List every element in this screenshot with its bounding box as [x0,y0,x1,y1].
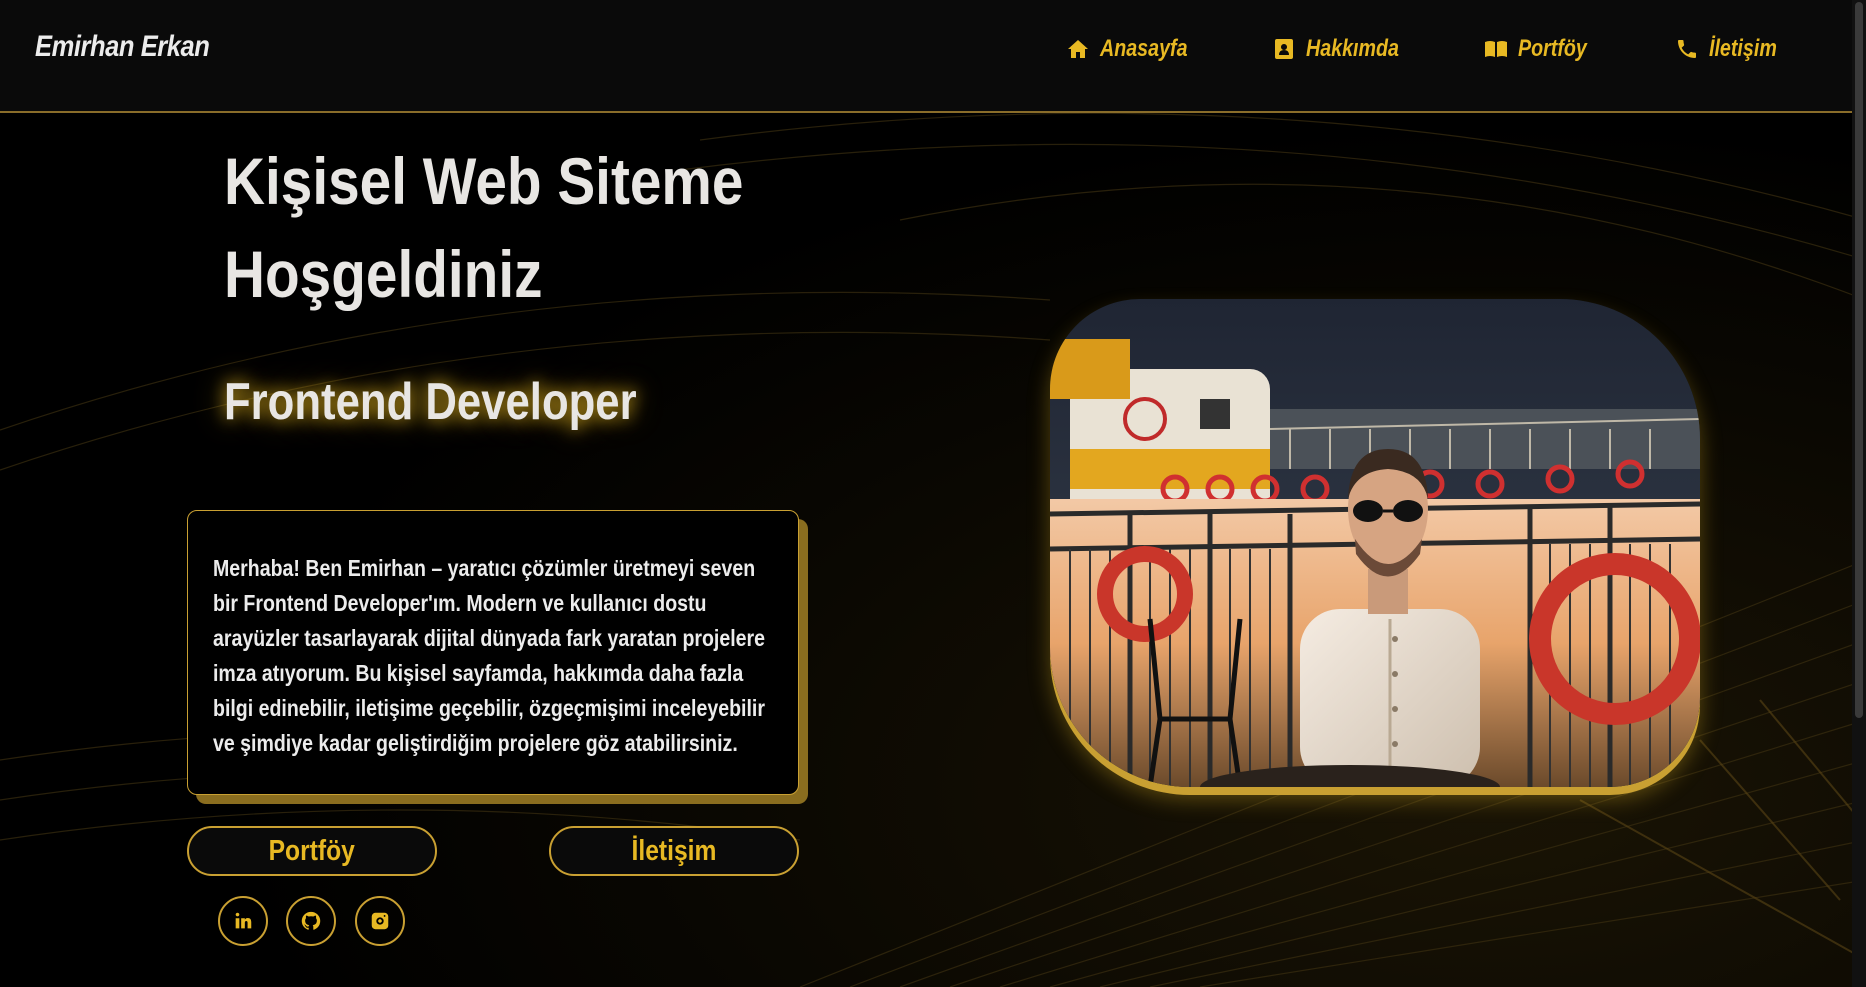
hero-title: Kişisel Web Siteme Hoşgeldiniz [224,135,757,321]
nav-portfolio-label: Portföy [1518,35,1587,62]
bio-text: Merhaba! Ben Emirhan – yaratıcı çözümler… [213,555,766,756]
page: Emirhan Erkan Anasayfa Hakkımda Portföy … [0,0,1866,987]
nav-home[interactable]: Anasayfa [1066,35,1207,63]
linkedin-icon [235,912,252,929]
profile-photo [1050,299,1700,787]
phone-icon [1678,40,1696,58]
nav-contact-label: İletişim [1709,35,1777,62]
nav-about-label: Hakkımda [1306,35,1399,62]
hero-title-line1: Kişisel Web Siteme [224,144,744,218]
header: Emirhan Erkan Anasayfa Hakkımda Portföy … [0,0,1852,113]
linkedin-link[interactable] [218,896,268,946]
nav-portfolio[interactable]: Portföy [1484,35,1602,63]
scrollbar-thumb[interactable] [1855,2,1863,718]
nav-home-label: Anasayfa [1100,35,1188,62]
github-icon [301,911,321,930]
profile-photo-illustration [1050,299,1700,787]
portfolio-button[interactable]: Portföy [187,826,437,876]
scrollbar[interactable] [1852,0,1866,987]
bio-card: Merhaba! Ben Emirhan – yaratıcı çözümler… [187,510,799,795]
contact-card-icon [1275,39,1293,59]
home-icon [1068,40,1088,58]
contact-button[interactable]: İletişim [549,826,799,876]
contact-button-label: İletişim [631,834,717,867]
instagram-icon [371,912,389,930]
github-link[interactable] [286,896,336,946]
book-open-icon [1485,41,1507,57]
instagram-link[interactable] [355,896,405,946]
nav-about[interactable]: Hakkımda [1272,35,1419,63]
hero-title-line2: Hoşgeldiniz [224,237,543,311]
hero-subtitle: Frontend Developer [224,373,637,431]
nav-contact[interactable]: İletişim [1675,35,1792,63]
portfolio-button-label: Portföy [268,834,356,867]
brand-logo[interactable]: Emirhan Erkan [35,30,210,64]
